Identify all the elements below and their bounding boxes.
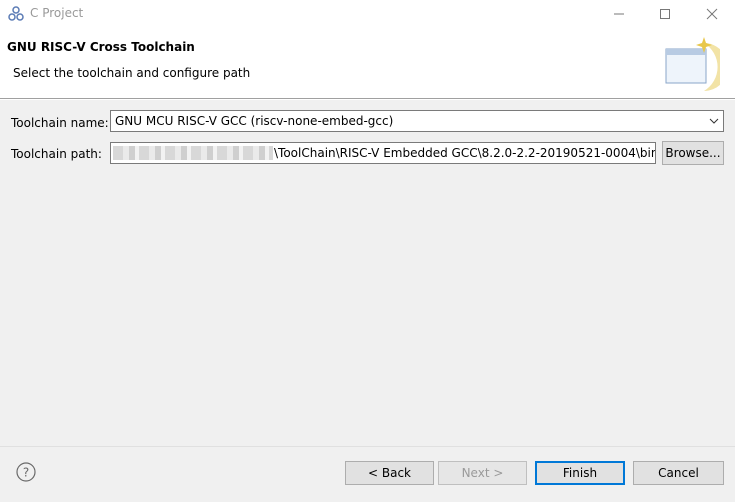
toolchain-name-label: Toolchain name:: [11, 116, 109, 130]
toolchain-path-value: \ToolChain\RISC-V Embedded GCC\8.2.0-2.2…: [274, 146, 656, 160]
redacted-path-prefix: [113, 146, 273, 160]
back-button-label: < Back: [367, 466, 411, 480]
maximize-icon: [660, 9, 670, 19]
footer-divider: [0, 446, 735, 447]
page-description: Select the toolchain and configure path: [13, 66, 251, 80]
toolchain-path-label: Toolchain path:: [11, 147, 102, 161]
browse-button[interactable]: Browse...: [662, 141, 724, 165]
finish-button[interactable]: Finish: [535, 461, 625, 485]
banner-divider-highlight: [0, 99, 735, 100]
wizard-banner: GNU RISC-V Cross Toolchain Select the to…: [0, 28, 735, 98]
toolchain-path-input[interactable]: \ToolChain\RISC-V Embedded GCC\8.2.0-2.2…: [110, 142, 656, 164]
toolchain-name-value: GNU MCU RISC-V GCC (riscv-none-embed-gcc…: [115, 114, 394, 128]
minimize-icon: [614, 13, 624, 15]
maximize-button[interactable]: [642, 0, 688, 28]
chevron-down-icon: [709, 118, 719, 124]
title-bar: C Project: [0, 0, 735, 28]
cancel-button-label: Cancel: [658, 466, 699, 480]
page-title: GNU RISC-V Cross Toolchain: [7, 40, 195, 54]
help-icon[interactable]: ?: [16, 462, 36, 482]
cancel-button[interactable]: Cancel: [633, 461, 724, 485]
window-title: C Project: [30, 6, 84, 20]
close-icon: [706, 8, 718, 20]
wizard-banner-icon: [665, 37, 720, 91]
svg-text:?: ?: [23, 466, 29, 480]
finish-button-label: Finish: [562, 466, 598, 480]
eclipse-cdt-icon: [8, 6, 24, 21]
back-button[interactable]: < Back: [345, 461, 434, 485]
minimize-button[interactable]: [596, 0, 642, 28]
next-button-label: Next >: [461, 466, 504, 480]
toolchain-name-select[interactable]: GNU MCU RISC-V GCC (riscv-none-embed-gcc…: [110, 110, 724, 132]
next-button[interactable]: Next >: [438, 461, 527, 485]
close-button[interactable]: [689, 0, 735, 28]
